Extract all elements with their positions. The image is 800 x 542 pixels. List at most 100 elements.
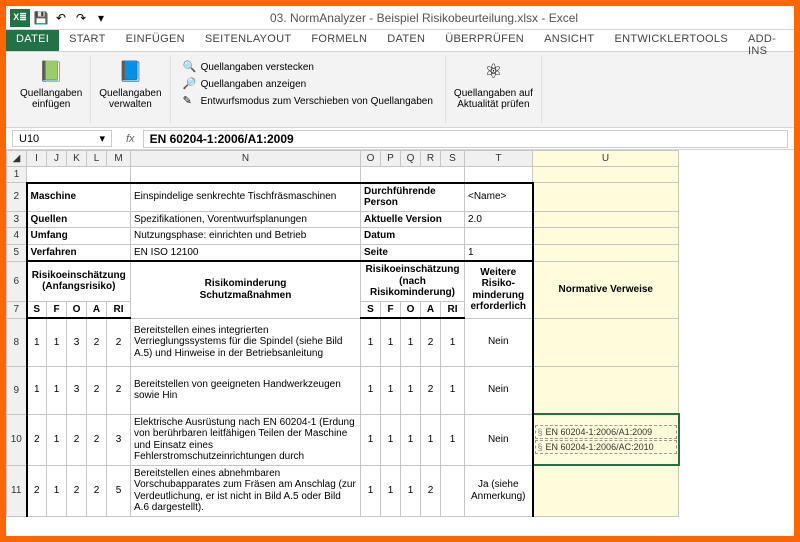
select-all[interactable]: ◢ bbox=[7, 151, 27, 167]
val-version[interactable]: 2.0 bbox=[465, 211, 533, 228]
col-K[interactable]: K bbox=[67, 151, 87, 167]
col-T[interactable]: T bbox=[465, 151, 533, 167]
measure-text[interactable]: Bereitstellen von geeigneten Handwerkzeu… bbox=[131, 366, 361, 414]
hdr-risikominderung: Risikominderung Schutzmaßnahmen bbox=[131, 261, 361, 318]
val-verfahren[interactable]: EN ISO 12100 bbox=[131, 244, 361, 261]
col-Q[interactable]: Q bbox=[401, 151, 421, 167]
tab-ansicht[interactable]: ANSICHT bbox=[534, 30, 604, 51]
measure-text[interactable]: Bereitstellen eines integrierten Verrieg… bbox=[131, 318, 361, 366]
worksheet[interactable]: ◢ I J K L M N O P Q R S T U 1 2 Maschine… bbox=[6, 150, 794, 536]
tab-start[interactable]: START bbox=[59, 30, 116, 51]
tab-seitenlayout[interactable]: SEITENLAYOUT bbox=[195, 30, 302, 51]
tab-entwicklertools[interactable]: ENTWICKLERTOOLS bbox=[604, 30, 738, 51]
tab-daten[interactable]: DATEN bbox=[377, 30, 435, 51]
atom-icon: ⚛ bbox=[479, 58, 507, 86]
quellangaben-verwalten-button[interactable]: 📘 Quellangaben verwalten bbox=[99, 58, 161, 110]
grid[interactable]: ◢ I J K L M N O P Q R S T U 1 2 Maschine… bbox=[6, 150, 680, 517]
formula-bar: U10▾ fx EN 60204-1:2006/A1:2009 bbox=[6, 128, 794, 150]
title-bar: X≣ 💾 ↶ ↷ ▾ 03. NormAnalyzer - Beispiel R… bbox=[6, 6, 794, 30]
val-quellen[interactable]: Spezifikationen, Vorentwurfsplanungen bbox=[131, 211, 361, 228]
ribbon-tabs: DATEI START EINFÜGEN SEITENLAYOUT FORMEL… bbox=[6, 30, 794, 52]
val-seite[interactable]: 1 bbox=[465, 244, 533, 261]
hdr-A2: A bbox=[421, 301, 441, 318]
quellangaben-verstecken-button[interactable]: 🔍Quellangaben verstecken bbox=[183, 60, 433, 74]
label-seite: Seite bbox=[361, 244, 465, 261]
hdr-S1: S bbox=[27, 301, 47, 318]
norm-reference[interactable]: §EN 60204-1:2006/AC:2010 bbox=[535, 440, 677, 454]
row-5[interactable]: 5 bbox=[7, 244, 27, 261]
tab-formeln[interactable]: FORMELN bbox=[301, 30, 377, 51]
col-M[interactable]: M bbox=[107, 151, 131, 167]
label-maschine: Maschine bbox=[27, 183, 131, 212]
row-11[interactable]: 11 bbox=[7, 465, 27, 516]
col-O[interactable]: O bbox=[361, 151, 381, 167]
ribbon: 📗 Quellangaben einfügen 📘 Quellangaben v… bbox=[6, 52, 794, 128]
label-version: Aktuelle Version bbox=[361, 211, 465, 228]
col-N[interactable]: N bbox=[131, 151, 361, 167]
label-person: Durchführende Person bbox=[361, 183, 465, 212]
window-title: 03. NormAnalyzer - Beispiel Risikobeurte… bbox=[114, 11, 794, 25]
hdr-O1: O bbox=[67, 301, 87, 318]
val-maschine[interactable]: Einspindelige senkrechte Tischfräsmaschi… bbox=[131, 183, 361, 212]
col-R[interactable]: R bbox=[421, 151, 441, 167]
qat-more-icon[interactable]: ▾ bbox=[92, 9, 110, 27]
row-9[interactable]: 9 bbox=[7, 366, 27, 414]
row-2[interactable]: 2 bbox=[7, 183, 27, 212]
link-icon: § bbox=[538, 442, 543, 452]
val-umfang[interactable]: Nutzungsphase: einrichten und Betrieb bbox=[131, 228, 361, 245]
label-datum: Datum bbox=[361, 228, 465, 245]
book-icon: 📘 bbox=[116, 58, 144, 86]
chevron-down-icon[interactable]: ▾ bbox=[99, 132, 105, 145]
val-datum[interactable] bbox=[465, 228, 533, 245]
col-headers: ◢ I J K L M N O P Q R S T U bbox=[7, 151, 679, 167]
save-icon[interactable]: 💾 bbox=[32, 9, 50, 27]
formula-input[interactable]: EN 60204-1:2006/A1:2009 bbox=[143, 130, 788, 148]
row-7[interactable]: 7 bbox=[7, 301, 27, 318]
data-row: 8 11322 Bereitstellen eines integrierten… bbox=[7, 318, 679, 366]
col-S[interactable]: S bbox=[441, 151, 465, 167]
hdr-F2: F bbox=[381, 301, 401, 318]
quick-access-toolbar: X≣ 💾 ↶ ↷ ▾ bbox=[6, 9, 114, 27]
row-1[interactable]: 1 bbox=[7, 167, 27, 183]
tab-ueberpruefen[interactable]: ÜBERPRÜFEN bbox=[435, 30, 534, 51]
hdr-RI1: RI bbox=[107, 301, 131, 318]
row-8[interactable]: 8 bbox=[7, 318, 27, 366]
hdr-A1: A bbox=[87, 301, 107, 318]
active-cell[interactable]: §EN 60204-1:2006/A1:2009 §EN 60204-1:200… bbox=[533, 414, 679, 465]
row-6[interactable]: 6 bbox=[7, 261, 27, 301]
col-L[interactable]: L bbox=[87, 151, 107, 167]
measure-text[interactable]: Bereitstellen eines abnehmbaren Vorschub… bbox=[131, 465, 361, 516]
col-U[interactable]: U bbox=[533, 151, 679, 167]
tab-addins[interactable]: ADD-INS bbox=[738, 30, 794, 51]
hdr-F1: F bbox=[47, 301, 67, 318]
fx-icon[interactable]: fx bbox=[118, 133, 143, 145]
col-I[interactable]: I bbox=[27, 151, 47, 167]
label-umfang: Umfang bbox=[27, 228, 131, 245]
link-icon: § bbox=[538, 427, 543, 437]
val-person[interactable]: <Name> bbox=[465, 183, 533, 212]
row-10[interactable]: 10 bbox=[7, 414, 27, 465]
undo-icon[interactable]: ↶ bbox=[52, 9, 70, 27]
tab-datei[interactable]: DATEI bbox=[6, 30, 59, 51]
hdr-normative: Normative Verweise bbox=[533, 261, 679, 318]
entwurfsmodus-button[interactable]: ✎Entwurfsmodus zum Verschieben von Quell… bbox=[183, 94, 433, 108]
quellangaben-einfuegen-button[interactable]: 📗 Quellangaben einfügen bbox=[20, 58, 82, 110]
name-box[interactable]: U10▾ bbox=[12, 130, 112, 147]
paragraph-icon: 📗 bbox=[37, 58, 65, 86]
redo-icon[interactable]: ↷ bbox=[72, 9, 90, 27]
row-4[interactable]: 4 bbox=[7, 228, 27, 245]
hdr-O2: O bbox=[401, 301, 421, 318]
label-quellen: Quellen bbox=[27, 211, 131, 228]
quellangaben-anzeigen-button[interactable]: 🔎Quellangaben anzeigen bbox=[183, 77, 433, 91]
norm-reference[interactable]: §EN 60204-1:2006/A1:2009 bbox=[535, 425, 677, 439]
hdr-risk-anfang: Risikoeinschätzung (Anfangsrisiko) bbox=[27, 261, 131, 301]
data-row: 10 21223 Elektrische Ausrüstung nach EN … bbox=[7, 414, 679, 465]
data-row: 9 11322 Bereitstellen von geeigneten Han… bbox=[7, 366, 679, 414]
row-3[interactable]: 3 bbox=[7, 211, 27, 228]
col-P[interactable]: P bbox=[381, 151, 401, 167]
tab-einfuegen[interactable]: EINFÜGEN bbox=[116, 30, 195, 51]
measure-text[interactable]: Elektrische Ausrüstung nach EN 60204-1 (… bbox=[131, 414, 361, 465]
col-J[interactable]: J bbox=[47, 151, 67, 167]
hide-icon: 🔍 bbox=[183, 60, 197, 74]
aktualitaet-pruefen-button[interactable]: ⚛ Quellangaben auf Aktualität prüfen bbox=[454, 58, 533, 110]
